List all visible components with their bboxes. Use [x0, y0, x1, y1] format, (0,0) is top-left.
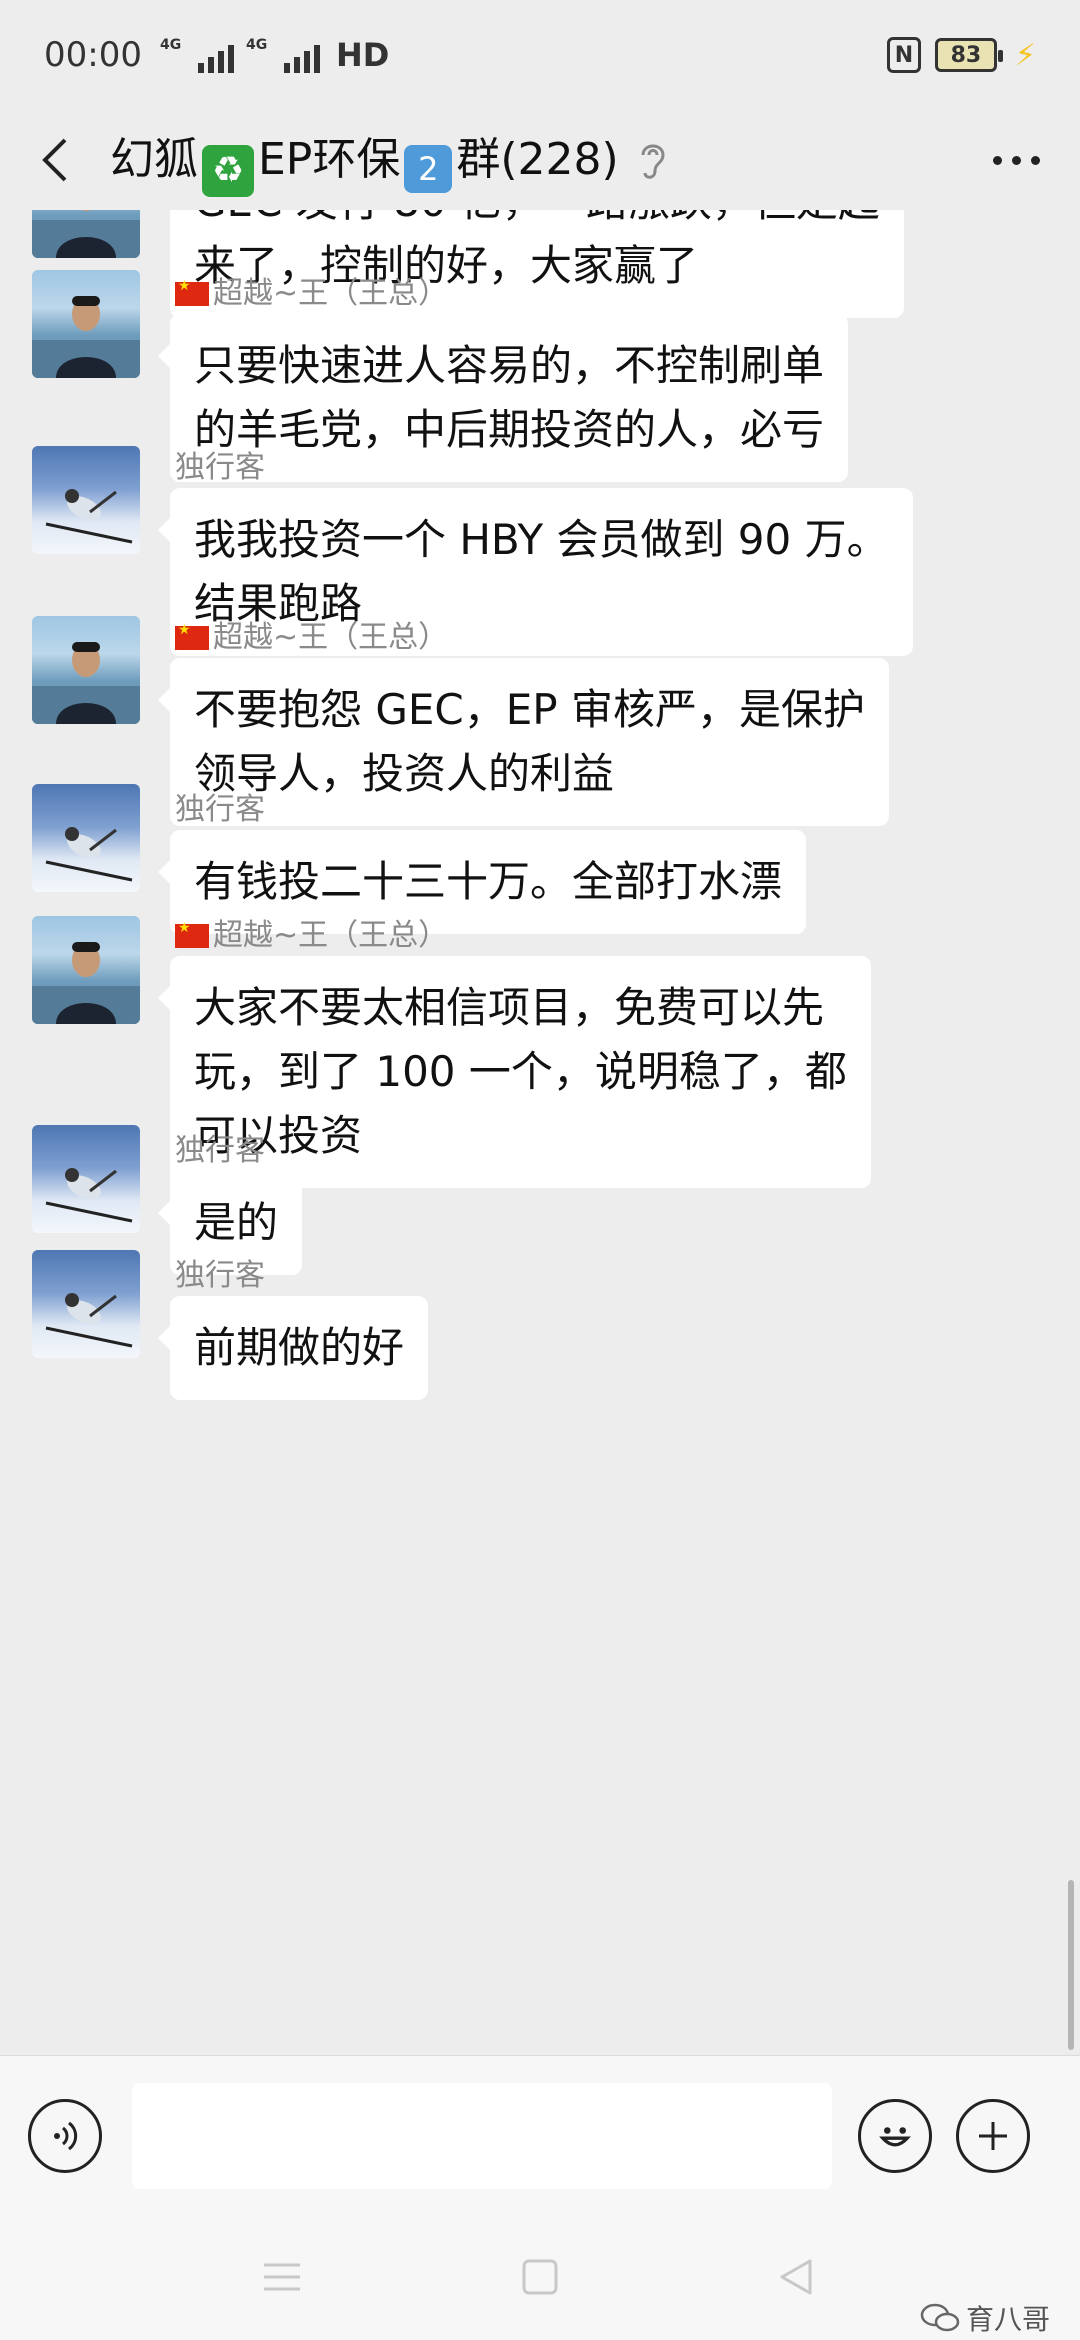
message-line: 不要抱怨 GEC，EP 审核严，是保护 — [194, 685, 865, 734]
signal-label: 4G — [159, 37, 182, 53]
scrollbar[interactable] — [1068, 1880, 1074, 2050]
battery-icon: 83 — [934, 38, 1003, 72]
sender-name-text: 独行客 — [175, 450, 265, 485]
voice-icon[interactable] — [28, 2098, 102, 2173]
message-list[interactable]: GEC 发行 80 亿，一路涨跌，但是起 来了，控制的好，大家赢了 超越~王（王… — [0, 210, 1080, 2055]
message-line: 是的 — [194, 1198, 279, 1247]
nfc-icon: N — [886, 37, 921, 73]
sender-name: 独行客 — [175, 1125, 265, 1169]
plus-icon[interactable] — [956, 2098, 1030, 2173]
message-bubble[interactable]: 前期做的好 — [157, 1296, 429, 1400]
emoji-icon[interactable] — [858, 2098, 932, 2173]
chat-title: 幻狐 ♻ EP环保 2 群(228) — [110, 123, 619, 197]
more-icon[interactable] — [983, 136, 1050, 185]
china-flag-icon — [175, 278, 209, 306]
sender-name-text: 超越~王（王总） — [213, 276, 449, 311]
sender-name: 超越~王（王总） — [175, 268, 448, 312]
chat-header: 幻狐 ♻ EP环保 2 群(228) — [0, 110, 1080, 210]
message-line: 的羊毛党，中后期投资的人，必亏 — [194, 405, 825, 454]
message-bubble[interactable]: 不要抱怨 GEC，EP 审核严，是保护 领导人，投资人的利益 — [158, 658, 889, 826]
avatar[interactable] — [32, 210, 140, 258]
signal-icon: 4G — [160, 37, 234, 73]
title-prefix: 幻狐 — [110, 134, 198, 185]
back-arrow-icon[interactable] — [30, 130, 80, 190]
sender-name-text: 独行客 — [175, 792, 265, 827]
message-line: 我我投资一个 HBY 会员做到 90 万。 — [194, 515, 889, 564]
message-line: 大家不要太相信项目，免费可以先 — [194, 983, 825, 1032]
avatar[interactable] — [32, 916, 140, 1024]
avatar[interactable] — [32, 1125, 140, 1233]
avatar[interactable] — [32, 616, 140, 724]
sender-name-text: 独行客 — [175, 1258, 265, 1293]
sender-name-text: 超越~王（王总） — [213, 918, 449, 953]
china-flag-icon — [175, 622, 209, 650]
sender-name: 独行客 — [175, 442, 265, 486]
watermark-text: 育八哥 — [965, 2303, 1050, 2336]
chat-screen: 00:00 4G 4G HD N 83 ⚡ 幻狐♻EP环保2群(228) — [0, 0, 1080, 2340]
sender-name-text: 超越~王（王总） — [213, 620, 449, 655]
message-line: 玩，到了 100 一个，说明稳了，都 — [194, 1047, 847, 1096]
ear-icon — [641, 144, 665, 179]
recycle-icon: ♻ — [202, 145, 254, 197]
message-line: 可以投资 — [194, 1111, 363, 1160]
menu-icon[interactable] — [262, 2257, 302, 2301]
sender-name: 独行客 — [175, 1250, 265, 1294]
sender-name: 超越~王（王总） — [175, 612, 448, 656]
home-square-icon[interactable] — [520, 2257, 560, 2301]
signal-label: 4G — [245, 37, 268, 53]
avatar[interactable] — [32, 784, 140, 892]
avatar[interactable] — [32, 270, 140, 378]
status-time: 00:00 — [44, 35, 142, 75]
message-line: GEC 发行 80 亿，一路涨跌，但是起 — [194, 210, 880, 234]
title-suffix: 群(228) — [456, 134, 619, 185]
status-right: N 83 ⚡ — [886, 37, 1036, 73]
message-bubble[interactable]: 只要快速进人容易的，不控制刷单 的羊毛党，中后期投资的人，必亏 — [157, 314, 849, 482]
watermark: 育八哥 — [920, 2298, 1050, 2338]
message-input[interactable] — [132, 2082, 832, 2189]
wechat-icon — [920, 2303, 960, 2332]
input-bar — [0, 2055, 1080, 2215]
message-bubble[interactable]: 大家不要太相信项目，免费可以先 玩，到了 100 一个，说明稳了，都 可以投资 — [158, 956, 871, 1188]
sender-name-text: 独行客 — [175, 1133, 265, 1168]
status-bar: 00:00 4G 4G HD N 83 ⚡ — [0, 0, 1080, 110]
message-line: 只要快速进人容易的，不控制刷单 — [194, 341, 825, 390]
number-badge: 2 — [404, 145, 453, 193]
avatar[interactable] — [32, 446, 140, 554]
message-line: 领导人，投资人的利益 — [194, 749, 615, 798]
charging-icon: ⚡ — [1014, 37, 1036, 73]
avatar[interactable] — [32, 1250, 140, 1358]
system-nav-bar — [0, 2215, 1080, 2340]
title-middle: EP环保 — [258, 134, 401, 185]
message-line: 前期做的好 — [194, 1323, 405, 1372]
sender-name: 超越~王（王总） — [175, 910, 448, 954]
hd-label: HD — [335, 36, 390, 74]
china-flag-icon — [175, 920, 209, 948]
sender-name: 独行客 — [175, 784, 265, 828]
message-line: 有钱投二十三十万。全部打水漂 — [194, 857, 783, 906]
back-triangle-icon[interactable] — [776, 2257, 816, 2301]
signal-icon: 4G — [246, 37, 320, 73]
